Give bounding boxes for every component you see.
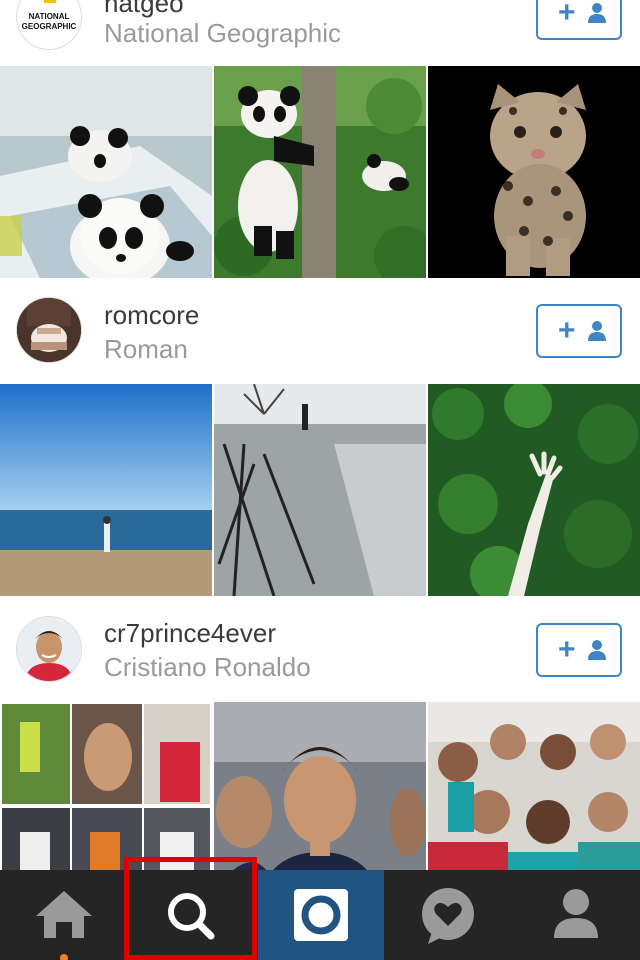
- photo-thumbnail[interactable]: [0, 66, 212, 278]
- follow-button[interactable]: +: [536, 0, 622, 40]
- avatar[interactable]: [16, 297, 82, 363]
- photo-thumbnail[interactable]: [214, 702, 426, 870]
- username[interactable]: natgeo: [104, 0, 184, 19]
- tab-profile[interactable]: [512, 870, 640, 960]
- photo-thumbnail[interactable]: [428, 702, 640, 870]
- panda-tree-photo: [214, 66, 426, 278]
- home-icon: [36, 891, 92, 960]
- full-name: Roman: [104, 334, 188, 364]
- avatar-photo: [17, 617, 81, 681]
- plus-icon: +: [558, 0, 576, 29]
- photo-thumbnail[interactable]: [428, 66, 640, 278]
- username[interactable]: cr7prince4ever: [104, 618, 276, 649]
- photo-thumbnail[interactable]: [214, 66, 426, 278]
- suggested-users-feed: NATIONAL GEOGRAPHIC natgeo National Geog…: [0, 0, 640, 870]
- ronaldo-portrait-photo: [214, 702, 426, 870]
- search-icon: [168, 893, 215, 940]
- avatar-logo-text: GEOGRAPHIC: [21, 22, 77, 31]
- plus-icon: +: [558, 314, 576, 347]
- photo-thumbnail[interactable]: [0, 384, 212, 596]
- photo-thumbnail[interactable]: [0, 702, 212, 870]
- full-name: National Geographic: [104, 18, 342, 48]
- photo-row-natgeo: [0, 66, 640, 278]
- profile-icon: [554, 889, 598, 938]
- photo-thumbnail[interactable]: [214, 384, 426, 596]
- photo-row-cr7prince4ever: [0, 702, 640, 870]
- tab-home[interactable]: [0, 870, 128, 960]
- leopard-cub-photo: [428, 66, 640, 278]
- avatar[interactable]: NATIONAL GEOGRAPHIC: [16, 0, 82, 50]
- reflection-photo: [214, 384, 426, 596]
- activity-heart-icon: [422, 888, 474, 944]
- beach-photo: [0, 384, 212, 596]
- follow-button[interactable]: +: [536, 304, 622, 358]
- add-user-icon: [588, 321, 606, 341]
- bottom-tab-bar: [0, 870, 640, 960]
- tab-camera[interactable]: [258, 870, 384, 960]
- add-user-icon: [588, 640, 606, 660]
- photo-thumbnail[interactable]: [428, 384, 640, 596]
- leaves-hand-photo: [428, 384, 640, 596]
- avatar-photo: [17, 298, 81, 362]
- user-row-cr7prince4ever[interactable]: cr7prince4ever Cristiano Ronaldo +: [0, 596, 640, 684]
- tab-activity[interactable]: [384, 870, 512, 960]
- user-row-romcore[interactable]: romcore Roman +: [0, 280, 640, 368]
- avatar-logo-text: NATIONAL: [28, 12, 70, 21]
- avatar[interactable]: [16, 616, 82, 682]
- camera-icon: [294, 889, 348, 941]
- panda-photo: [0, 66, 212, 278]
- plus-icon: +: [558, 633, 576, 666]
- tab-search[interactable]: [128, 870, 256, 960]
- team-selfie-photo: [428, 702, 640, 870]
- photo-row-romcore: [0, 384, 640, 596]
- add-user-icon: [588, 3, 606, 23]
- collage-photo: [0, 702, 212, 870]
- user-row-natgeo[interactable]: NATIONAL GEOGRAPHIC natgeo National Geog…: [0, 0, 640, 62]
- username[interactable]: romcore: [104, 300, 199, 331]
- follow-button[interactable]: +: [536, 623, 622, 677]
- full-name: Cristiano Ronaldo: [104, 652, 311, 682]
